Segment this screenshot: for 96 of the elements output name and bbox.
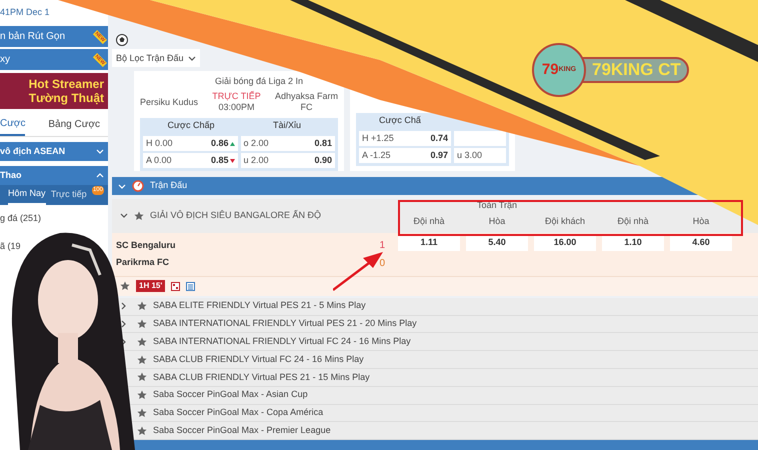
odds-button[interactable]: 4.60 [670, 236, 732, 251]
team-name: Persiku Kudus [140, 96, 198, 109]
sidebar-section[interactable]: vô địch ASEAN [0, 142, 108, 161]
odds-value: 0.86 [210, 136, 228, 150]
logo-text: 79KING CT [592, 59, 681, 82]
filter-dropdown[interactable]: Bộ Lọc Trận Đấu [112, 49, 200, 68]
odds-button[interactable]: 1.11 [398, 236, 460, 251]
statistics-icon [171, 282, 180, 291]
arrow-icon [333, 252, 383, 292]
odds-value: 0.85 [210, 154, 228, 167]
odds-value: 0.90 [314, 154, 332, 167]
expand-icon [96, 148, 104, 155]
handicap-line: A -1.25 [362, 148, 391, 162]
league-name: SABA CLUB FRIENDLY Virtual FC 24 - 16 Mins Play [153, 352, 364, 366]
date-time: 41PM Dec 1 [0, 6, 50, 20]
odds-value: 0.74 [430, 132, 448, 145]
team-name: SC Bengaluru [116, 238, 177, 252]
column-header: Đội khách [544, 215, 586, 228]
score: 1 [379, 238, 385, 253]
column-header: Đội nhà [412, 215, 446, 228]
league-name: Saba Soccer PinGoal Max - Asian Cup [153, 388, 308, 402]
odds-cell[interactable]: A 0.00 0.85 [143, 153, 238, 168]
stopwatch-icon [132, 180, 144, 192]
caret-icon [188, 54, 196, 62]
list-icon [186, 282, 196, 291]
section-title: Trận Đấu [150, 179, 188, 192]
live-label: TRỰC TIẾP [212, 90, 261, 102]
odds-cell[interactable]: u 2.00 0.90 [240, 153, 335, 168]
handicap-line: H 0.00 [146, 136, 173, 150]
column-group-header: Toàn Trận [476, 199, 518, 212]
column-header: Hòa [692, 215, 710, 228]
collapse-icon [120, 212, 128, 220]
sport-item[interactable]: g đá (251) [0, 212, 42, 226]
soccer-ball-icon [116, 34, 128, 46]
odds-cell[interactable]: A -1.25 0.97 [359, 148, 451, 164]
odds-button[interactable]: 5.40 [466, 236, 528, 251]
market-label: Cược Chấ [379, 114, 421, 128]
league-name: SABA ELITE FRIENDLY Virtual PES 21 - 5 Mins Play [153, 299, 366, 312]
star-icon [137, 318, 147, 329]
odds-cell[interactable]: o 2.00 0.81 [240, 136, 335, 152]
sport-item[interactable]: ã (19 [0, 240, 21, 254]
odds-button[interactable]: 16.00 [534, 236, 596, 251]
star-icon [137, 426, 147, 436]
banner-label: n bản Rút Gọn [0, 30, 66, 44]
promo-title: Hot Streamer [28, 77, 104, 91]
odds-value: 0.97 [430, 148, 448, 162]
star-icon [137, 336, 147, 347]
total-line: u 2.00 [244, 154, 269, 167]
odds-cell[interactable]: u 3.00 [454, 148, 506, 164]
collapse-icon [96, 172, 104, 179]
kickoff-time: 03:00PM [218, 102, 255, 113]
promo-banner[interactable]: Hot Streamer Tường Thuật [0, 73, 108, 109]
league-name: Saba Soccer PinGoal Max - Premier League [153, 424, 331, 437]
score: 0 [379, 256, 385, 271]
market-label: Cược Chấp [166, 119, 216, 132]
logo-number: 79 [542, 60, 559, 80]
odds-cell[interactable] [454, 131, 506, 146]
star-icon [137, 390, 147, 400]
league-name: GIẢI VÔ ĐỊCH SIÊU BANGALORE ẤN ĐỘ [150, 209, 322, 222]
banner-label: xy [0, 53, 10, 67]
team-name: FC [300, 102, 312, 113]
total-line: o 2.00 [244, 136, 269, 150]
team-name: Parikrma FC [116, 256, 170, 270]
sidebar-tab[interactable]: Bảng Cược [48, 113, 100, 136]
odds-cell[interactable]: H +1.25 0.74 [359, 131, 451, 146]
odds-cell[interactable]: H 0.00 0.86 [143, 136, 238, 152]
league-title: Giải bóng đá Liga 2 In [214, 75, 304, 88]
handicap-line: A 0.00 [146, 154, 172, 167]
sidebar-section[interactable]: Thao [0, 166, 108, 185]
star-icon [120, 281, 130, 292]
league-name: Saba Soccer PinGoal Max - Copa América [153, 406, 324, 420]
star-icon [137, 354, 147, 365]
league-name: SABA INTERNATIONAL FRIENDLY Virtual FC 24 - 16 Mins Play [153, 335, 411, 348]
section-label: vô địch ASEAN [0, 144, 66, 158]
sport-tab[interactable]: Hôm Nay [8, 185, 46, 205]
section-label: Thao [0, 168, 22, 182]
sidebar-tab[interactable]: Cược [0, 113, 26, 136]
league-name: SABA CLUB FRIENDLY Virtual PES 21 - 15 Mins Play [153, 370, 370, 384]
match-card[interactable]: Giải bóng đá Liga 2 In Persiku Kudus TRỰC TIẾP 03:00PM Adhyaksa Farm FC Cược Chấp Tài/Xỉu H 0.00 0.86 o 2.00 0.81 A 0.00 0.85 u 2.00 0.90 [134, 71, 344, 172]
odds-value: 0.81 [314, 136, 332, 150]
star-icon [137, 372, 147, 382]
league-name: SABA INTERNATIONAL FRIENDLY Virtual PES 21 - 20 Mins Play [153, 317, 417, 330]
collapse-icon [118, 182, 126, 190]
column-header: Hòa [488, 215, 506, 228]
star-icon [137, 301, 147, 312]
total-line: u 3.00 [457, 148, 482, 162]
team-name: Adhyaksa Farm [274, 90, 338, 102]
handicap-line: H +1.25 [362, 132, 394, 145]
column-header: Đội nhà [616, 215, 650, 228]
star-icon [137, 408, 147, 418]
market-label: Tài/Xỉu [272, 119, 302, 132]
star-icon [134, 210, 144, 221]
sport-tab[interactable]: Trực tiếp [50, 185, 87, 205]
promo-subtitle: Tường Thuật [28, 91, 104, 105]
match-time-badge: 1H 15' [136, 280, 166, 292]
odds-button[interactable]: 1.10 [602, 236, 664, 251]
